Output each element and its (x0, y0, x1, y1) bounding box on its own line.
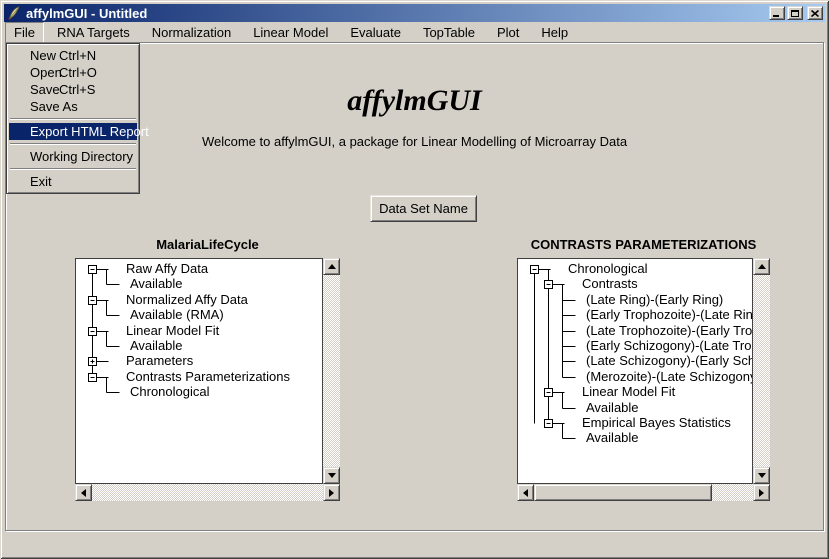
tree-node-linear-model-fit[interactable]: Linear Model Fit (126, 323, 219, 338)
arrow-right-icon (759, 489, 764, 497)
scroll-left-button[interactable] (517, 484, 534, 501)
arrow-left-icon (523, 489, 528, 497)
menubar-item-linear-model[interactable]: Linear Model (244, 22, 337, 43)
right-tree-vertical-scrollbar[interactable] (753, 258, 770, 484)
tree-node-late-ring-early-ring[interactable]: (Late Ring)-(Early Ring) (586, 292, 723, 307)
minimize-button[interactable] (769, 6, 785, 20)
close-button[interactable] (807, 6, 823, 20)
menu-separator (10, 168, 136, 170)
tree-node-early-schizogony-late-troph[interactable]: (Early Schizogony)-(Late Troph (586, 338, 753, 353)
menu-item-export-html-report[interactable]: Export HTML Report (9, 123, 137, 140)
tree-node-chronological[interactable]: Chronological (130, 384, 210, 399)
tree-node-early-trophozoite-late-ring[interactable]: (Early Trophozoite)-(Late Ring) (586, 307, 753, 322)
arrow-right-icon (329, 489, 334, 497)
scroll-right-button[interactable] (753, 484, 770, 501)
menu-item-working-directory[interactable]: Working Directory (9, 148, 137, 165)
scroll-up-button[interactable] (323, 258, 340, 275)
menubar-item-normalization[interactable]: Normalization (143, 22, 240, 43)
scrollbar-track[interactable] (323, 258, 340, 484)
scroll-up-button[interactable] (753, 258, 770, 275)
window-title: affylmGUI - Untitled (26, 6, 767, 21)
scrollbar-thumb[interactable] (534, 484, 712, 501)
title-bar: affylmGUI - Untitled (4, 4, 825, 22)
menubar-item-evaluate[interactable]: Evaluate (341, 22, 410, 43)
maximize-icon (791, 10, 799, 17)
menu-item-save[interactable]: SaveCtrl+S (9, 81, 137, 98)
tree-node-late-schizogony-early-schiz[interactable]: (Late Schizogony)-(Early Schiz (586, 353, 753, 368)
scroll-down-button[interactable] (323, 467, 340, 484)
maximize-button[interactable] (787, 6, 803, 20)
contrasts-tree: ChronologicalContrasts(Late Ring)-(Early… (517, 258, 753, 484)
tree-node-chronological[interactable]: Chronological (568, 261, 648, 276)
close-icon (811, 10, 819, 17)
menubar-item-rna-targets[interactable]: RNA Targets (48, 22, 139, 43)
app-window: affylmGUI - Untitled FileRNA TargetsNorm… (0, 0, 829, 559)
tree-node-available[interactable]: Available (586, 400, 639, 415)
menubar-item-plot[interactable]: Plot (488, 22, 528, 43)
menu-separator (10, 143, 136, 145)
left-tree-title: MalariaLifeCycle (75, 237, 340, 252)
menu-item-exit[interactable]: Exit (9, 173, 137, 190)
menu-bar: FileRNA TargetsNormalizationLinear Model… (4, 22, 825, 42)
right-tree-horizontal-scrollbar[interactable] (517, 484, 770, 501)
file-menu: NewCtrl+NOpenCtrl+OSaveCtrl+SSave As Expo… (6, 43, 140, 194)
tree-node-raw-affy-data[interactable]: Raw Affy Data (126, 261, 208, 276)
arrow-left-icon (81, 489, 86, 497)
scrollbar-track[interactable] (753, 258, 770, 484)
tree-node-available[interactable]: Available (130, 276, 183, 291)
tree-node-parameters[interactable]: Parameters (126, 353, 193, 368)
tree-node-contrasts-parameterizations[interactable]: Contrasts Parameterizations (126, 369, 290, 384)
menubar-item-file[interactable]: File (5, 22, 44, 43)
menu-item-new[interactable]: NewCtrl+N (9, 47, 137, 64)
feather-icon (6, 5, 22, 21)
minimize-icon (773, 15, 779, 17)
tree-node-empirical-bayes-statistics[interactable]: Empirical Bayes Statistics (582, 415, 731, 430)
tree-node-linear-model-fit[interactable]: Linear Model Fit (582, 384, 675, 399)
tree-node-late-trophozoite-early-troph[interactable]: (Late Trophozoite)-(Early Troph (586, 323, 753, 338)
arrow-down-icon (758, 473, 766, 478)
scroll-right-button[interactable] (323, 484, 340, 501)
right-tree-title: CONTRASTS PARAMETERIZATIONS (517, 237, 770, 252)
scroll-left-button[interactable] (75, 484, 92, 501)
menu-item-save-as[interactable]: Save As (9, 98, 137, 115)
menubar-item-help[interactable]: Help (532, 22, 577, 43)
left-tree-horizontal-scrollbar[interactable] (75, 484, 340, 501)
tree-node-normalized-affy-data[interactable]: Normalized Affy Data (126, 292, 248, 307)
menu-item-open[interactable]: OpenCtrl+O (9, 64, 137, 81)
tree-node-available[interactable]: Available (130, 338, 183, 353)
menu-separator (10, 118, 136, 120)
menubar-item-toptable[interactable]: TopTable (414, 22, 484, 43)
tree-node-available[interactable]: Available (586, 430, 639, 445)
tree-node-available-rma[interactable]: Available (RMA) (130, 307, 224, 322)
scroll-down-button[interactable] (753, 467, 770, 484)
arrow-down-icon (328, 473, 336, 478)
tree-node-merozoite-late-schizogony[interactable]: (Merozoite)-(Late Schizogony) (586, 369, 753, 384)
dataset-tree: Raw Affy DataAvailableNormalized Affy Da… (75, 258, 323, 484)
arrow-up-icon (328, 264, 336, 269)
tree-node-contrasts[interactable]: Contrasts (582, 276, 638, 291)
arrow-up-icon (758, 264, 766, 269)
data-set-name-button[interactable]: Data Set Name (370, 195, 477, 222)
left-tree-vertical-scrollbar[interactable] (323, 258, 340, 484)
scrollbar-track[interactable] (75, 484, 340, 501)
